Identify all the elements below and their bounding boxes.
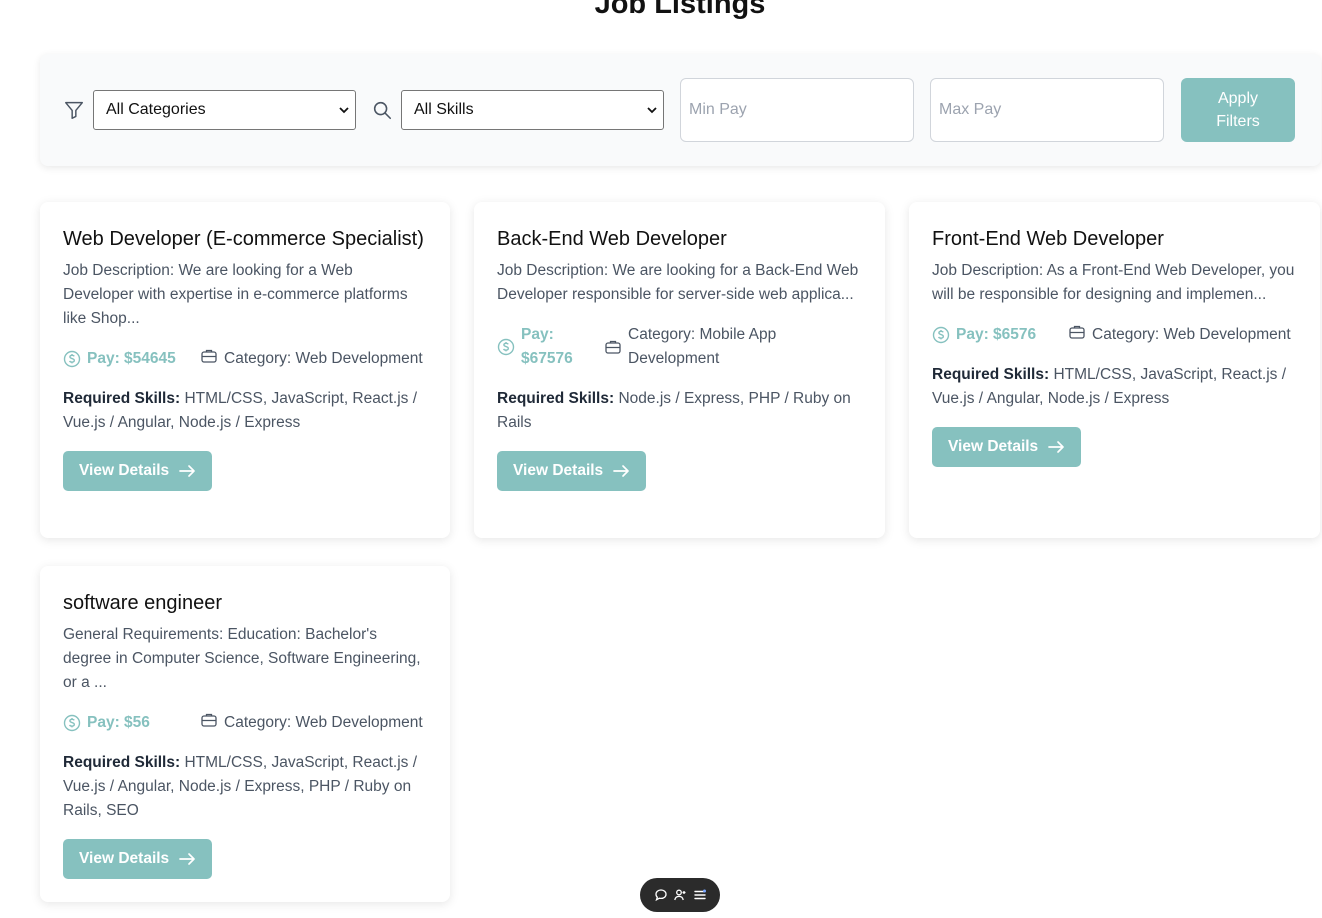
min-pay-input[interactable]: Min Pay	[680, 78, 914, 142]
job-description: Job Description: We are looking for a Ba…	[497, 262, 859, 303]
menu-icon[interactable]	[693, 888, 707, 902]
chat-icon[interactable]	[654, 888, 668, 902]
job-pay: Pay: $56	[63, 711, 200, 735]
view-details-label: View Details	[513, 462, 604, 479]
briefcase-icon	[200, 711, 218, 729]
floating-toolbar	[640, 878, 720, 912]
view-details-label: View Details	[948, 438, 1039, 455]
dollar-circle-icon	[63, 350, 81, 368]
skills-select[interactable]: All Skills	[401, 90, 664, 130]
job-listings-page: Job Listings All Categories All Skills M…	[0, 0, 1322, 918]
job-pay-value: Pay: $6576	[956, 326, 1037, 343]
job-title: Back-End Web Developer	[497, 228, 727, 250]
job-card: software engineer General Requirements: …	[40, 566, 450, 902]
arrow-right-icon	[178, 850, 196, 868]
view-details-button[interactable]: View Details	[932, 427, 1082, 467]
job-skills: Required Skills: HTML/CSS, JavaScript, R…	[932, 363, 1297, 411]
job-category-value: Category: Web Development	[224, 350, 423, 367]
dollar-circle-icon	[497, 338, 515, 356]
apply-filters-button[interactable]: Apply Filters	[1181, 78, 1295, 142]
job-description: Job Description: As a Front-End Web Deve…	[932, 262, 1295, 303]
max-pay-placeholder: Max Pay	[939, 101, 1002, 118]
job-card: Web Developer (E-commerce Specialist) Jo…	[40, 202, 450, 538]
arrow-right-icon	[1047, 438, 1065, 456]
search-icon	[371, 99, 393, 121]
job-title: Web Developer (E-commerce Specialist)	[63, 228, 424, 250]
job-category: Category: Web Development	[200, 711, 423, 735]
job-pay-value: Pay: $54645	[87, 350, 176, 367]
filter-bar: All Categories All Skills Min Pay Max Pa…	[40, 54, 1321, 166]
skills-label: Required Skills:	[932, 366, 1050, 383]
category-select-value: All Categories	[106, 101, 206, 118]
briefcase-icon	[200, 347, 218, 365]
briefcase-icon	[604, 338, 622, 356]
job-meta: Pay: $54645 Category: Web Development	[63, 347, 427, 371]
view-details-button[interactable]: View Details	[63, 839, 213, 879]
arrow-right-icon	[178, 462, 196, 480]
job-meta: Pay: $67576 Category: Mobile App Develop…	[497, 323, 862, 371]
view-details-button[interactable]: View Details	[63, 451, 213, 491]
job-pay: Pay: $54645	[63, 347, 200, 371]
job-description: General Requirements: Education: Bachelo…	[63, 626, 421, 691]
view-details-button[interactable]: View Details	[497, 451, 647, 491]
job-category: Category: Mobile App Development	[604, 323, 804, 371]
view-details-label: View Details	[79, 850, 170, 867]
job-title: software engineer	[63, 592, 222, 614]
dollar-circle-icon	[63, 714, 81, 732]
chevron-down-icon	[647, 105, 657, 115]
job-skills: Required Skills: HTML/CSS, JavaScript, R…	[63, 387, 427, 435]
job-pay: Pay: $6576	[932, 323, 1068, 347]
page-title: Job Listings	[594, 0, 766, 20]
job-category: Category: Web Development	[1068, 323, 1291, 347]
briefcase-icon	[1068, 323, 1086, 341]
job-skills: Required Skills: HTML/CSS, JavaScript, R…	[63, 751, 427, 823]
add-user-icon[interactable]	[673, 888, 687, 902]
filter-icon	[63, 99, 85, 121]
chevron-down-icon	[339, 105, 349, 115]
job-meta: Pay: $6576 Category: Web Development	[932, 323, 1297, 347]
job-pay-value: Pay: $67576	[521, 326, 573, 367]
job-category-value: Category: Web Development	[1092, 326, 1291, 343]
min-pay-placeholder: Min Pay	[689, 101, 747, 118]
skills-label: Required Skills:	[497, 390, 615, 407]
skills-label: Required Skills:	[63, 390, 181, 407]
job-description: Job Description: We are looking for a We…	[63, 262, 408, 327]
job-meta: Pay: $56 Category: Web Development	[63, 711, 427, 735]
skills-label: Required Skills:	[63, 754, 181, 771]
job-card: Back-End Web Developer Job Description: …	[474, 202, 885, 538]
job-pay: Pay: $67576	[497, 323, 604, 371]
job-skills: Required Skills: Node.js / Express, PHP …	[497, 387, 862, 435]
job-title: Front-End Web Developer	[932, 228, 1164, 250]
job-card: Front-End Web Developer Job Description:…	[909, 202, 1320, 538]
job-category: Category: Web Development	[200, 347, 423, 371]
view-details-label: View Details	[79, 462, 170, 479]
category-select[interactable]: All Categories	[93, 90, 356, 130]
job-category-value: Category: Web Development	[224, 714, 423, 731]
arrow-right-icon	[612, 462, 630, 480]
job-category-value: Category: Mobile App Development	[628, 326, 777, 367]
max-pay-input[interactable]: Max Pay	[930, 78, 1164, 142]
job-pay-value: Pay: $56	[87, 714, 150, 731]
dollar-circle-icon	[932, 326, 950, 344]
skills-select-value: All Skills	[414, 101, 474, 118]
